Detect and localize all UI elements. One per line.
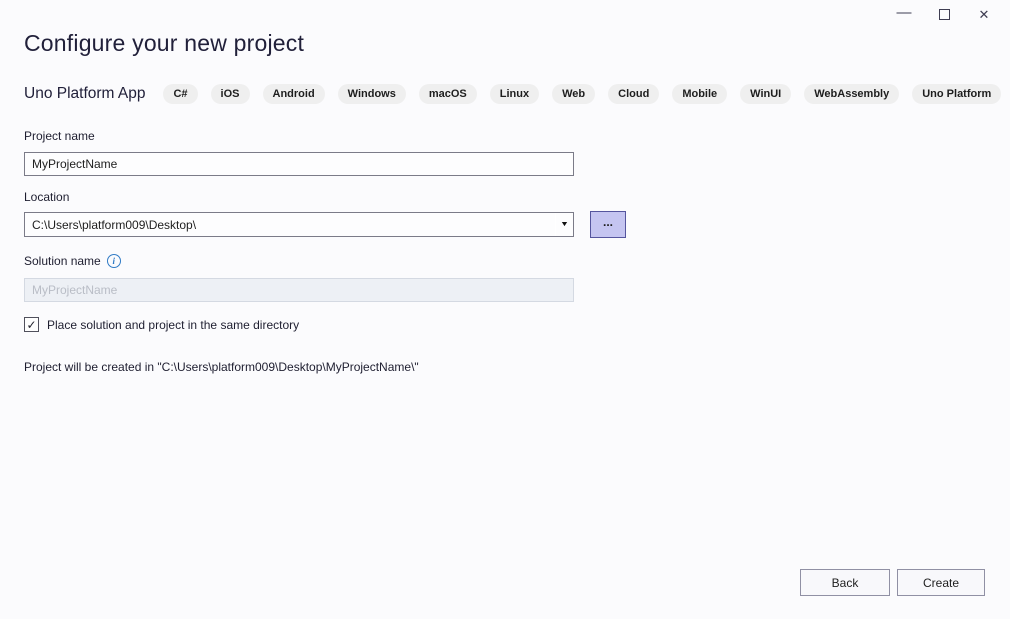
template-tag: Android [263,84,325,104]
project-name-input[interactable] [24,152,574,176]
close-button[interactable]: ✕ [964,1,1004,27]
same-directory-checkbox[interactable]: ✓ [24,317,39,332]
maximize-icon [939,9,950,20]
info-icon[interactable]: i [107,254,121,268]
checkmark-icon: ✓ [26,319,36,331]
template-tag: C# [163,84,197,104]
create-button[interactable]: Create [897,569,985,596]
template-tag: Mobile [672,84,727,104]
back-button[interactable]: Back [800,569,890,596]
template-tag-list: C# iOS Android Windows macOS Linux Web Cloud Mob… [163,84,1001,104]
template-tag: Linux [490,84,539,104]
solution-name-input[interactable] [24,278,574,302]
template-tag: Cloud [608,84,659,104]
location-combobox[interactable]: C:\Users\platform009\Desktop\ ▼ [24,212,574,237]
back-button-label: Back [832,576,859,590]
minimize-icon: — [897,5,912,20]
close-icon: ✕ [979,8,990,21]
same-directory-row: ✓ Place solution and project in the same… [24,317,299,332]
minimize-button[interactable]: — [884,1,924,27]
template-tag: WinUI [740,84,791,104]
location-value[interactable]: C:\Users\platform009\Desktop\ [25,218,555,232]
page-title: Configure your new project [24,30,304,57]
template-tag: Windows [338,84,406,104]
browse-location-button[interactable]: ... [590,211,626,238]
project-name-label: Project name [24,129,95,143]
template-row: Uno Platform App C# iOS Android Windows macO… [24,84,990,104]
maximize-button[interactable] [924,1,964,27]
created-in-text: Project will be created in "C:\Users\pla… [24,360,419,374]
solution-name-label: Solution name [24,254,101,268]
template-tag: iOS [211,84,250,104]
location-dropdown-button[interactable]: ▼ [555,213,573,236]
solution-name-label-row: Solution name i [24,254,121,268]
window-controls: — ✕ [884,0,1010,28]
chevron-down-icon: ▼ [560,221,569,228]
template-tag: Uno Platform [912,84,1001,104]
configure-project-dialog: — ✕ Configure your new project Uno Platf… [0,0,1010,619]
location-label: Location [24,190,69,204]
same-directory-label: Place solution and project in the same d… [47,318,299,332]
template-name: Uno Platform App [24,85,145,103]
template-tag: macOS [419,84,477,104]
template-tag: Web [552,84,595,104]
template-tag: WebAssembly [804,84,899,104]
create-button-label: Create [923,576,959,590]
